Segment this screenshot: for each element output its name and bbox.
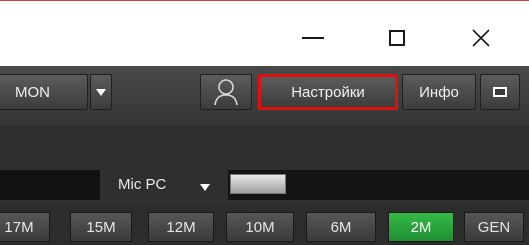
- maximize-icon: [389, 30, 405, 46]
- window-icon: [493, 87, 507, 97]
- band-button-6m[interactable]: 6M: [306, 212, 376, 242]
- mode-dropdown-button[interactable]: [90, 74, 112, 110]
- band-button-17m[interactable]: 17M: [0, 212, 50, 242]
- close-button[interactable]: [458, 21, 504, 55]
- mic-source-dropdown-icon[interactable]: [200, 184, 210, 191]
- display-field: [0, 170, 100, 200]
- settings-button-label: Настройки: [291, 83, 365, 101]
- band-selector: 17M 15M 12M 10M 6M 2M GEN: [0, 206, 529, 245]
- main-toolbar: MON Настройки Инфо: [0, 66, 529, 126]
- band-button-12m[interactable]: 12M: [148, 212, 214, 242]
- user-icon: [214, 79, 238, 106]
- band-button-15m[interactable]: 15M: [70, 212, 132, 242]
- user-button[interactable]: [200, 74, 252, 110]
- band-button-gen[interactable]: GEN: [464, 212, 524, 242]
- band-button-2m[interactable]: 2M: [388, 212, 454, 242]
- info-button[interactable]: Инфо: [402, 74, 476, 110]
- band-label: 12M: [166, 218, 196, 236]
- band-label: 17M: [4, 218, 34, 236]
- mode-select[interactable]: MON: [0, 74, 88, 110]
- maximize-button[interactable]: [374, 21, 420, 55]
- mic-source-label[interactable]: Mic PC: [118, 176, 166, 193]
- info-button-label: Инфо: [419, 83, 459, 101]
- minimize-icon: [302, 37, 324, 39]
- title-bar: [0, 0, 529, 66]
- mic-level-handle[interactable]: [230, 174, 286, 194]
- mic-level-slider[interactable]: [228, 170, 529, 200]
- window-toggle-button[interactable]: [480, 74, 520, 110]
- close-icon: [472, 29, 490, 47]
- settings-button[interactable]: Настройки: [258, 74, 398, 110]
- band-label: 15M: [86, 218, 116, 236]
- mode-select-value: MON: [15, 83, 50, 101]
- band-label: 2M: [410, 218, 432, 236]
- audio-panel: Mic PC: [0, 126, 529, 206]
- band-label: 10M: [245, 218, 275, 236]
- chevron-down-icon: [96, 88, 106, 96]
- minimize-button[interactable]: [290, 21, 336, 55]
- band-label: GEN: [477, 218, 511, 236]
- band-button-10m[interactable]: 10M: [226, 212, 294, 242]
- band-label: 6M: [330, 218, 352, 236]
